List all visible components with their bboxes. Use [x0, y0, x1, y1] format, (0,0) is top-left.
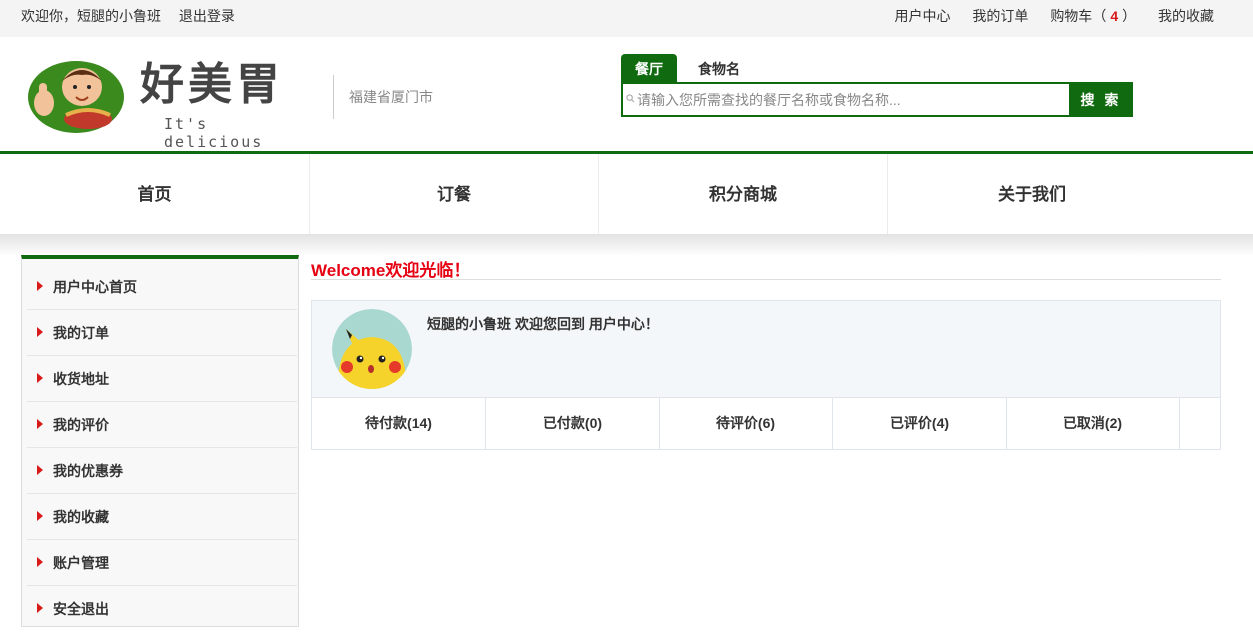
sidebar-item-label: 我的评价: [53, 417, 109, 433]
header-divider: [333, 75, 334, 119]
search-box: 搜 索: [621, 82, 1133, 117]
user-info-panel: 短腿的小鲁班 欢迎您回到 用户中心！: [311, 300, 1221, 398]
username: 短腿的小鲁班: [427, 316, 511, 332]
cart-label: 购物车: [1050, 8, 1093, 24]
search-area: 餐厅 食物名 搜 索: [621, 54, 1133, 117]
cart-paren-close: ）: [1122, 8, 1137, 24]
stat-paid[interactable]: 已付款(0): [486, 398, 660, 449]
search-tabs: 餐厅 食物名: [621, 54, 1133, 82]
triangle-right-icon: [37, 603, 43, 613]
sidebar-item-logout[interactable]: 安全退出: [27, 586, 297, 632]
top-bar-links: 用户中心 我的订单 购物车（ 4） 我的收藏: [877, 0, 1214, 33]
triangle-right-icon: [37, 373, 43, 383]
user-welcome-message: 短腿的小鲁班 欢迎您回到 用户中心！: [427, 314, 663, 334]
triangle-right-icon: [37, 557, 43, 567]
triangle-right-icon: [37, 419, 43, 429]
my-orders-link[interactable]: 我的订单: [972, 8, 1028, 24]
stat-cancelled[interactable]: 已取消(2): [1006, 398, 1180, 449]
welcome-title: Welcome欢迎光临！: [311, 261, 471, 280]
sidebar-item-my-reviews[interactable]: 我的评价: [27, 402, 297, 448]
triangle-right-icon: [37, 281, 43, 291]
order-stats-bar: 待付款(14) 已付款(0) 待评价(6) 已评价(4) 已取消(2): [311, 398, 1221, 450]
sidebar-item-my-orders[interactable]: 我的订单: [27, 310, 297, 356]
stat-pending-review[interactable]: 待评价(6): [659, 398, 833, 449]
stat-pending-payment[interactable]: 待付款(14): [312, 398, 486, 449]
sidebar-item-label: 我的订单: [53, 325, 109, 341]
welcome-back-text: 欢迎您回到 用户中心！: [515, 316, 659, 332]
triangle-right-icon: [37, 511, 43, 521]
sidebar-item-my-favorites[interactable]: 我的收藏: [27, 494, 297, 540]
sidebar-item-label: 我的收藏: [53, 509, 109, 525]
sidebar-item-account[interactable]: 账户管理: [27, 540, 297, 586]
sidebar-item-label: 我的优惠券: [53, 463, 123, 479]
search-button[interactable]: 搜 索: [1069, 82, 1133, 117]
welcome-divider: [311, 279, 1221, 280]
main-nav: 首页 订餐 积分商城 关于我们: [0, 154, 1253, 234]
cart-paren-open: （: [1092, 8, 1107, 24]
search-tab-food[interactable]: 食物名: [684, 54, 754, 82]
brand-name: 好美胃: [140, 59, 284, 110]
cart-link[interactable]: 购物车（ 4）: [1050, 8, 1136, 24]
nav-points-mall[interactable]: 积分商城: [599, 154, 888, 234]
avatar[interactable]: [332, 309, 412, 389]
logout-link[interactable]: 退出登录: [179, 8, 235, 24]
user-sidebar: 用户中心首页 我的订单 收货地址 我的评价 我的优惠券 我的收藏 账户管理 安全…: [21, 255, 299, 627]
favorites-link[interactable]: 我的收藏: [1158, 8, 1214, 24]
search-icon: [626, 94, 635, 103]
sidebar-item-label: 收货地址: [53, 371, 109, 387]
header: 好美胃 It's delicious 福建省厦门市 餐厅 食物名 搜 索: [0, 37, 1253, 151]
sidebar-item-user-center-home[interactable]: 用户中心首页: [27, 264, 297, 310]
top-bar-left: 欢迎你，短腿的小鲁班 退出登录: [21, 0, 235, 33]
chef-mascot-icon: [28, 61, 124, 133]
user-center-link[interactable]: 用户中心: [895, 8, 951, 24]
search-input[interactable]: [637, 84, 1067, 115]
top-bar: 欢迎你，短腿的小鲁班 退出登录 用户中心 我的订单 购物车（ 4） 我的收藏: [0, 0, 1253, 37]
brand-slogan: It's delicious: [164, 115, 264, 151]
triangle-right-icon: [37, 465, 43, 475]
nav-shadow: [0, 234, 1253, 256]
sidebar-item-addresses[interactable]: 收货地址: [27, 356, 297, 402]
nav-about-us[interactable]: 关于我们: [888, 154, 1176, 234]
nav-home[interactable]: 首页: [0, 154, 310, 234]
location-text[interactable]: 福建省厦门市: [349, 87, 433, 107]
triangle-right-icon: [37, 327, 43, 337]
cart-count-badge: 4: [1110, 8, 1119, 24]
sidebar-item-my-coupons[interactable]: 我的优惠券: [27, 448, 297, 494]
sidebar-item-label: 安全退出: [53, 601, 109, 617]
site-logo[interactable]: 好美胃 It's delicious: [26, 57, 316, 151]
greeting-text: 欢迎你，短腿的小鲁班: [21, 8, 161, 24]
sidebar-item-label: 账户管理: [53, 555, 109, 571]
sidebar-item-label: 用户中心首页: [53, 279, 137, 295]
stat-reviewed[interactable]: 已评价(4): [833, 398, 1007, 449]
search-tab-restaurant[interactable]: 餐厅: [621, 54, 677, 82]
nav-order[interactable]: 订餐: [310, 154, 599, 234]
